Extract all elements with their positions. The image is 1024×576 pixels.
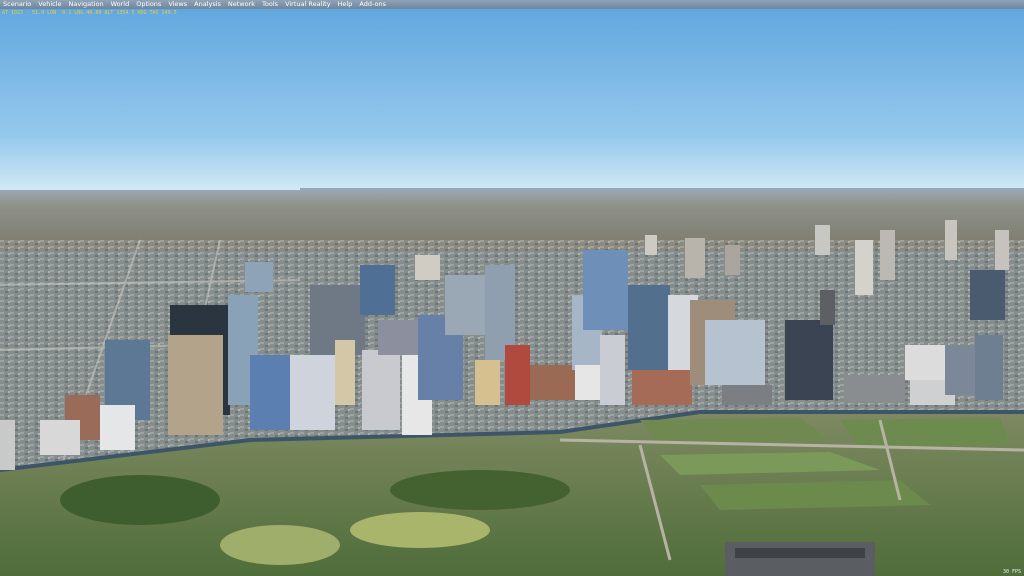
menu-tools[interactable]: Tools xyxy=(259,0,282,9)
fps-counter: 30 FPS xyxy=(1002,569,1021,575)
menu-views[interactable]: Views xyxy=(165,0,191,9)
menu-help[interactable]: Help xyxy=(335,0,357,9)
sky xyxy=(0,0,1024,195)
palace-roof xyxy=(735,548,865,558)
menu-world[interactable]: World xyxy=(108,0,134,9)
telemetry-readout: AT 1023 - 51.9 LON -0.1 LNG 40.80 ALT 13… xyxy=(2,10,177,16)
menu-navigation[interactable]: Navigation xyxy=(66,0,108,9)
menu-virtual-reality[interactable]: Virtual Reality xyxy=(282,0,335,9)
menu-vehicle[interactable]: Vehicle xyxy=(35,0,65,9)
menu-add-ons[interactable]: Add-ons xyxy=(356,0,390,9)
menu-bar: Scenario Vehicle Navigation World Option… xyxy=(0,0,1024,9)
menu-scenario[interactable]: Scenario xyxy=(0,0,35,9)
menu-options[interactable]: Options xyxy=(133,0,165,9)
menu-analysis[interactable]: Analysis xyxy=(191,0,225,9)
scenery-viewport[interactable] xyxy=(0,0,1024,576)
menu-network[interactable]: Network xyxy=(225,0,259,9)
palace-building xyxy=(725,542,875,576)
